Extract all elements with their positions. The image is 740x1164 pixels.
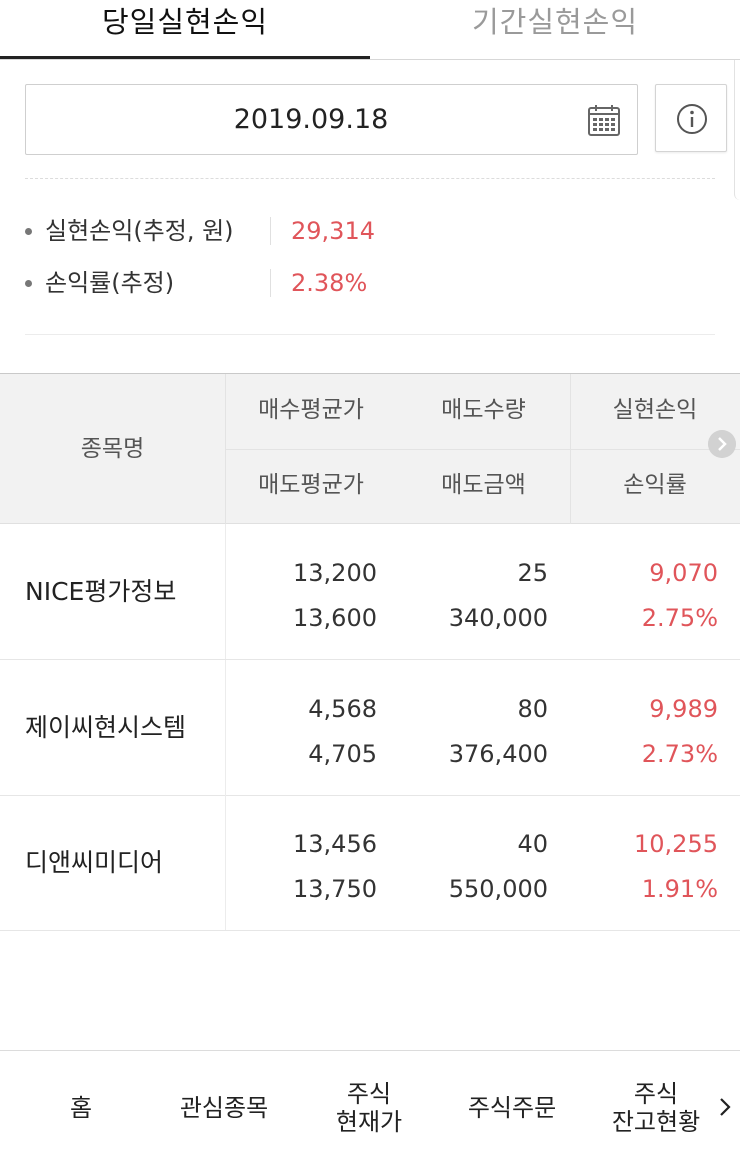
- header-sell-amount: 매도금액: [441, 472, 526, 498]
- buy-avg-price: 4,568: [308, 695, 377, 723]
- summary-label: 실현손익(추정, 원): [45, 217, 234, 245]
- separator: [270, 217, 271, 245]
- row-divider: [225, 795, 226, 930]
- row-divider: [225, 524, 226, 659]
- summary-return-rate: 손익률(추정) 2.38%: [25, 263, 715, 303]
- return-rate: 2.75%: [641, 604, 718, 632]
- summary-realized-pnl: 실현손익(추정, 원) 29,314: [25, 211, 715, 251]
- buy-avg-price: 13,456: [293, 830, 377, 858]
- header-sell-quantity: 매도수량: [441, 397, 526, 423]
- sell-avg-price: 4,705: [308, 740, 377, 768]
- summary-value: 2.38%: [291, 269, 368, 297]
- tab-bar: 당일실현손익 기간실현손익: [0, 0, 740, 60]
- row-divider: [225, 660, 226, 795]
- sell-amount: 550,000: [448, 875, 548, 903]
- info-button[interactable]: [655, 84, 727, 152]
- realized-pnl: 10,255: [634, 830, 718, 858]
- sell-avg-price: 13,750: [293, 875, 377, 903]
- tab-daily-realized-pnl[interactable]: 당일실현손익: [0, 0, 370, 59]
- bullet-icon: [25, 228, 32, 235]
- separator: [270, 269, 271, 297]
- sell-avg-price: 13,600: [293, 604, 377, 632]
- sell-quantity: 40: [517, 830, 548, 858]
- header-return-rate: 손익률: [623, 472, 687, 498]
- divider: [25, 334, 715, 335]
- divider-dashed: [25, 178, 715, 179]
- sell-quantity: 25: [517, 559, 548, 587]
- scroll-right-icon[interactable]: [708, 430, 736, 458]
- table-row[interactable]: 제이씨현시스템 4,568 80 9,989 4,705 376,400 2.7…: [0, 660, 740, 796]
- realized-pnl: 9,070: [649, 559, 718, 587]
- date-picker[interactable]: 2019.09.18: [25, 84, 638, 155]
- panel-edge: [734, 60, 740, 200]
- bullet-icon: [25, 280, 32, 287]
- nav-watchlist[interactable]: 관심종목: [162, 1051, 286, 1164]
- header-buy-avg-price: 매수평균가: [258, 397, 364, 423]
- stock-name: 제이씨현시스템: [25, 713, 187, 742]
- realized-pnl: 9,989: [649, 695, 718, 723]
- summary-label: 손익률(추정): [45, 269, 175, 297]
- nav-stock-balance[interactable]: 주식 잔고현황: [594, 1051, 718, 1164]
- table-row[interactable]: 디앤씨미디어 13,456 40 10,255 13,750 550,000 1…: [0, 795, 740, 931]
- header-sell-avg-price: 매도평균가: [258, 472, 364, 498]
- sell-amount: 340,000: [448, 604, 548, 632]
- sell-quantity: 80: [517, 695, 548, 723]
- calendar-icon[interactable]: [587, 103, 621, 137]
- nav-home[interactable]: 홈: [20, 1051, 142, 1164]
- header-stock-name: 종목명: [80, 436, 145, 462]
- return-rate: 1.91%: [641, 875, 718, 903]
- info-icon: [677, 104, 707, 134]
- stock-name: NICE평가정보: [25, 577, 177, 606]
- chevron-right-icon[interactable]: [714, 1091, 736, 1123]
- stock-name: 디앤씨미디어: [25, 848, 164, 877]
- nav-stock-order[interactable]: 주식주문: [450, 1051, 574, 1164]
- bottom-nav: 홈 관심종목 주식 현재가 주식주문 주식 잔고현황: [0, 1050, 740, 1164]
- buy-avg-price: 13,200: [293, 559, 377, 587]
- return-rate: 2.73%: [641, 740, 718, 768]
- table-header: 종목명 매수평균가 매도수량 실현손익 매도평균가 매도금액 손익률: [0, 373, 740, 524]
- date-value: 2019.09.18: [233, 104, 389, 135]
- summary-value: 29,314: [291, 217, 375, 245]
- nav-stock-price[interactable]: 주식 현재가: [306, 1051, 432, 1164]
- sell-amount: 376,400: [448, 740, 548, 768]
- table-row[interactable]: NICE평가정보 13,200 25 9,070 13,600 340,000 …: [0, 524, 740, 660]
- tab-period-realized-pnl[interactable]: 기간실현손익: [370, 0, 740, 59]
